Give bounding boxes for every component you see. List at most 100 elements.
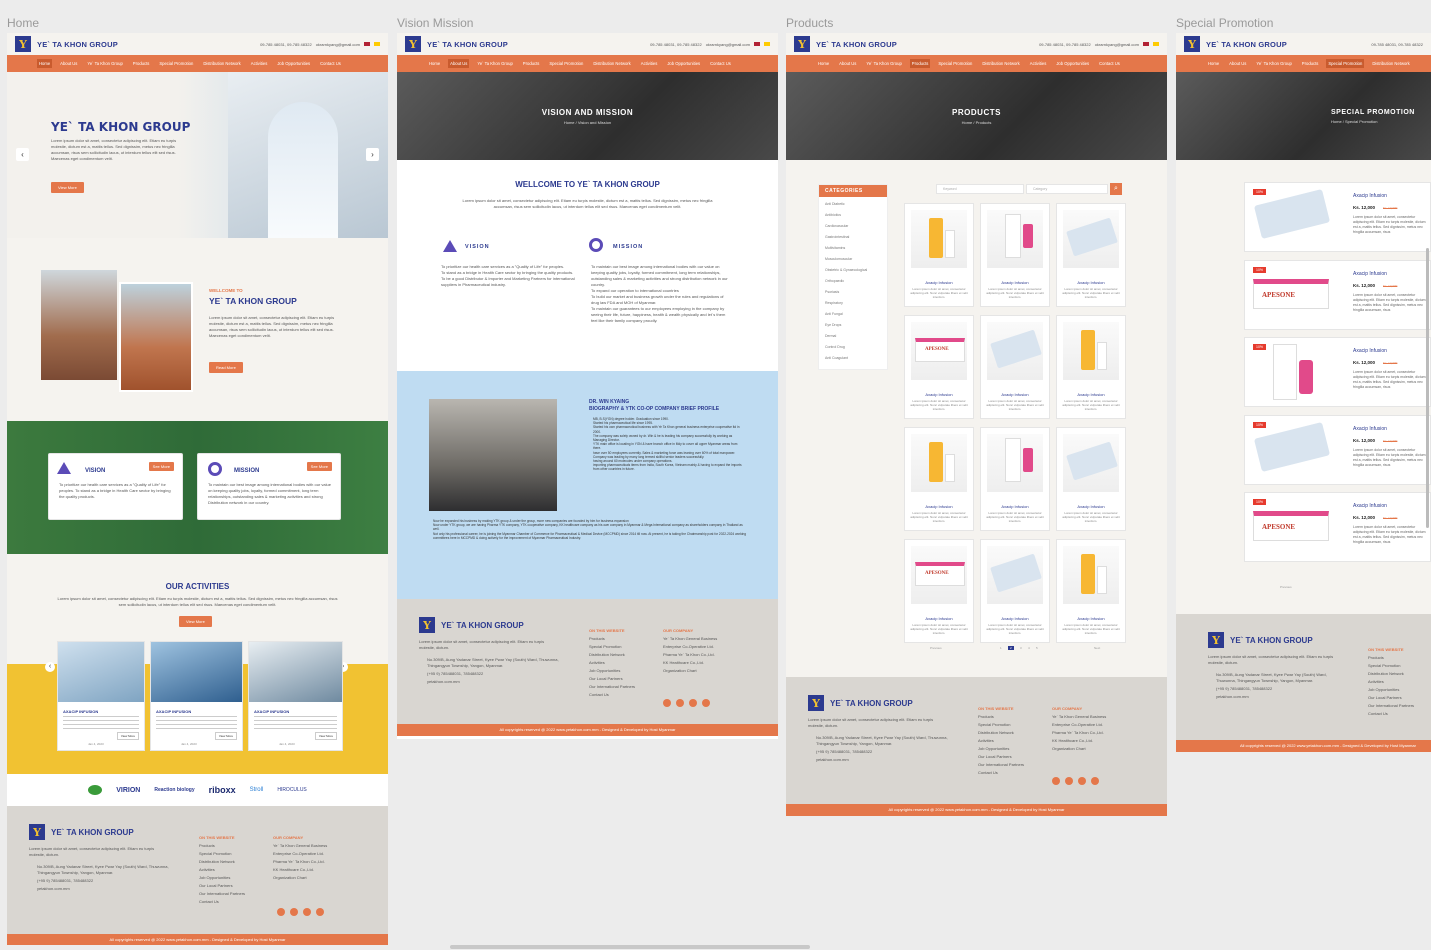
product-card[interactable]: Axacip Infusion Lorem ipsum dolor sit ame…	[1056, 539, 1126, 643]
activity-view-more[interactable]: View More	[214, 732, 237, 740]
footer-link[interactable]: KK Healthcare Co.,Ltd.	[1052, 737, 1122, 745]
footer-link[interactable]: Ye` Ta Khon General Business Enterprise …	[663, 635, 733, 651]
product-card[interactable]: Axacip Infusion Lorem ipsum dolor sit ame…	[980, 427, 1050, 531]
promo-card[interactable]: 10% Axacip Infusion Ks. 12,000 Ks. 13,000 Lo…	[1244, 182, 1431, 252]
partner-logo[interactable]	[88, 785, 103, 795]
facebook-icon[interactable]	[303, 908, 311, 916]
footer-link[interactable]: Activities	[589, 659, 635, 667]
partner-stroll[interactable]: Stroll	[250, 787, 264, 793]
viber-icon[interactable]	[702, 699, 710, 707]
product-name[interactable]: Axacip Infusion	[981, 504, 1049, 509]
footer-link[interactable]: Contact Us	[978, 769, 1024, 777]
category-item[interactable]: Eye Drops	[825, 320, 881, 331]
nav-jobs[interactable]: Job Opportunities	[665, 59, 702, 68]
footer-link[interactable]: Our International Partners	[1368, 702, 1414, 710]
footer-link[interactable]: Distribution Network	[978, 729, 1024, 737]
promo-name[interactable]: Axacip Infusion	[1353, 271, 1387, 277]
nav-group[interactable]: Ye` Ta Khon Group	[85, 59, 124, 68]
footer-link[interactable]: Job Opportunities	[199, 874, 245, 882]
nav-home[interactable]: Home	[1206, 59, 1221, 68]
footer-link[interactable]: Contact Us	[1368, 710, 1414, 718]
youtube-icon[interactable]	[1065, 777, 1073, 785]
category-item[interactable]: Respiratory	[825, 298, 881, 309]
nav-about[interactable]: About Us	[58, 59, 79, 68]
nav-distribution[interactable]: Distribution Network	[1370, 59, 1411, 68]
pagination-prev[interactable]: Previous	[1280, 585, 1292, 589]
footer-link[interactable]: Organization Chart	[663, 667, 733, 675]
logo-icon[interactable]: Y	[405, 36, 421, 52]
product-name[interactable]: Axacip Infusion	[1057, 280, 1125, 285]
nav-special[interactable]: Special Promotion	[936, 59, 974, 68]
footer-logo-icon[interactable]: Y	[1208, 632, 1224, 648]
category-item[interactable]: Gastrointestinal	[825, 232, 881, 243]
product-name[interactable]: Axacip Infusion	[981, 616, 1049, 621]
horizontal-scrollbar[interactable]	[450, 945, 810, 949]
product-card[interactable]: APESONE Axacip Infusion Lorem ipsum dolor …	[904, 315, 974, 419]
nav-products[interactable]: Products	[131, 59, 152, 68]
product-name[interactable]: Axacip Infusion	[905, 616, 973, 621]
footer-link[interactable]: Pharma Ye` Ta Khon Co.,Ltd.	[663, 651, 733, 659]
viber-icon[interactable]	[316, 908, 324, 916]
footer-link[interactable]: Activities	[1368, 678, 1414, 686]
nav-activities[interactable]: Activities	[249, 59, 270, 68]
nav-contact[interactable]: Contact Us	[708, 59, 733, 68]
promo-card[interactable]: 10% Axacip Infusion Ks. 12,000 Ks. 13,000 Lo…	[1244, 337, 1431, 407]
promo-name[interactable]: Axacip Infusion	[1353, 193, 1387, 199]
footer-link[interactable]: Ye` Ta Khon General Business Enterprise …	[273, 842, 343, 858]
footer-logo-icon[interactable]: Y	[419, 617, 435, 633]
category-item[interactable]: Psoriasis	[825, 287, 881, 298]
vertical-scrollbar[interactable]	[1426, 248, 1429, 528]
footer-link[interactable]: Pharma Ye` Ta Khon Co.,Ltd.	[273, 858, 343, 866]
category-select[interactable]: Category	[1026, 184, 1108, 194]
search-input[interactable]: Keyword	[936, 184, 1024, 194]
page-4[interactable]: 4	[1028, 646, 1030, 650]
product-name[interactable]: Axacip Infusion	[981, 280, 1049, 285]
logo-icon[interactable]: Y	[794, 36, 810, 52]
product-card[interactable]: Axacip Infusion Lorem ipsum dolor sit ame…	[1056, 315, 1126, 419]
activities-view-more-button[interactable]: View More	[179, 616, 212, 627]
product-card[interactable]: Axacip Infusion Lorem ipsum dolor sit ame…	[980, 539, 1050, 643]
nav-special[interactable]: Special Promotion	[547, 59, 585, 68]
footer-link[interactable]: Products	[589, 635, 635, 643]
partner-hiroculus[interactable]: HIROCULUS	[277, 787, 306, 793]
promo-name[interactable]: Axacip Infusion	[1353, 348, 1387, 354]
activity-card[interactable]: AXACIP INFUSION Jan 4, 2023 View More	[150, 641, 243, 751]
nav-jobs[interactable]: Job Opportunities	[275, 59, 312, 68]
nav-products[interactable]: Products	[1300, 59, 1321, 68]
product-card[interactable]: Axacip Infusion Lorem ipsum dolor sit ame…	[1056, 427, 1126, 531]
footer-link[interactable]: Distribution Network	[199, 858, 245, 866]
page-1[interactable]: 1	[1000, 646, 1002, 650]
footer-link[interactable]: Our Local Partners	[1368, 694, 1414, 702]
category-item[interactable]: Orthopaedic	[825, 276, 881, 287]
pagination-next[interactable]: Next	[1094, 646, 1100, 650]
nav-home[interactable]: Home	[816, 59, 831, 68]
footer-link[interactable]: Our Local Partners	[978, 753, 1024, 761]
footer-link[interactable]: Activities	[978, 737, 1024, 745]
nav-products[interactable]: Products	[909, 59, 931, 68]
product-name[interactable]: Axacip Infusion	[1057, 504, 1125, 509]
myanmar-flag-icon[interactable]	[374, 42, 380, 46]
instagram-icon[interactable]	[277, 908, 285, 916]
instagram-icon[interactable]	[1052, 777, 1060, 785]
footer-link[interactable]: KK Healthcare Co.,Ltd.	[273, 866, 343, 874]
footer-link[interactable]: Our Local Partners	[199, 882, 245, 890]
footer-link[interactable]: Special Promotion	[199, 850, 245, 858]
activity-view-more[interactable]: View More	[314, 732, 337, 740]
footer-link[interactable]: Organization Chart	[1052, 745, 1122, 753]
product-name[interactable]: Axacip Infusion	[1057, 616, 1125, 621]
footer-link[interactable]: Pharma Ye` Ta Khon Co.,Ltd.	[1052, 729, 1122, 737]
category-item[interactable]: Cardiovascular	[825, 221, 881, 232]
footer-link[interactable]: Ye` Ta Khon General Business Enterprise …	[1052, 713, 1122, 729]
activities-prev-button[interactable]: ‹	[45, 662, 55, 672]
product-card[interactable]: APESONE Axacip Infusion Lorem ipsum dolor …	[904, 539, 974, 643]
search-button[interactable]: ⌕	[1110, 183, 1122, 195]
category-item[interactable]: Multivitamins	[825, 243, 881, 254]
nav-distribution[interactable]: Distribution Network	[591, 59, 632, 68]
nav-special[interactable]: Special Promotion	[1326, 59, 1365, 68]
nav-distribution[interactable]: Distribution Network	[201, 59, 242, 68]
footer-link[interactable]: Special Promotion	[589, 643, 635, 651]
nav-group[interactable]: Ye` Ta Khon Group	[864, 59, 903, 68]
footer-link[interactable]: Our Local Partners	[589, 675, 635, 683]
slider-next-button[interactable]: ›	[366, 148, 379, 161]
instagram-icon[interactable]	[663, 699, 671, 707]
